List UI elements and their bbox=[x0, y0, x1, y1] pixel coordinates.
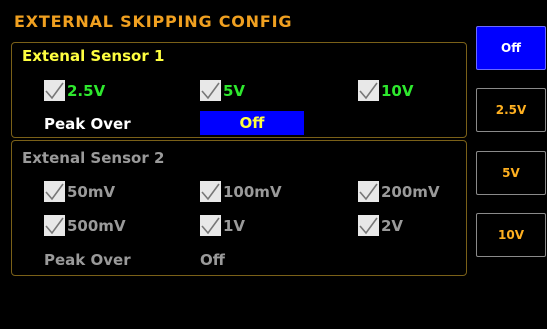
checkmark-icon bbox=[44, 80, 65, 101]
side-button-5v[interactable]: 5V bbox=[476, 151, 546, 195]
sensor1-option-10v[interactable]: 10V bbox=[358, 80, 413, 101]
checkmark-icon bbox=[200, 181, 221, 202]
sensor1-option-5v[interactable]: 5V bbox=[200, 80, 245, 101]
sensor2-option-2v[interactable]: 2V bbox=[358, 215, 403, 236]
checkmark-icon bbox=[200, 80, 221, 101]
sensor1-title: Extenal Sensor 1 bbox=[22, 47, 165, 65]
sensor1-peak-value[interactable]: Off bbox=[200, 111, 304, 135]
sensor2-option-200mv[interactable]: 200mV bbox=[358, 181, 440, 202]
sensor2-option-500mv[interactable]: 500mV bbox=[44, 215, 126, 236]
checkmark-icon bbox=[44, 215, 65, 236]
side-button-2-5v[interactable]: 2.5V bbox=[476, 88, 546, 132]
sensor2-peak-value: Off bbox=[200, 251, 225, 269]
checkmark-icon bbox=[358, 215, 379, 236]
page-title: EXTERNAL SKIPPING CONFIG bbox=[14, 12, 293, 31]
checkmark-icon bbox=[358, 80, 379, 101]
sensor1-peak-label: Peak Over bbox=[44, 115, 131, 133]
sensor2-option-100mv[interactable]: 100mV bbox=[200, 181, 282, 202]
sensor2-title: Extenal Sensor 2 bbox=[22, 149, 165, 167]
sensor2-peak-label: Peak Over bbox=[44, 251, 131, 269]
sensor1-panel: Extenal Sensor 1 2.5V 5V 10V Peak Over O… bbox=[11, 42, 467, 138]
side-button-off[interactable]: Off bbox=[476, 26, 546, 70]
checkmark-icon bbox=[358, 181, 379, 202]
side-button-10v[interactable]: 10V bbox=[476, 213, 546, 257]
sensor2-option-1v[interactable]: 1V bbox=[200, 215, 245, 236]
sensor2-option-50mv[interactable]: 50mV bbox=[44, 181, 115, 202]
sensor2-panel: Extenal Sensor 2 50mV 100mV 200mV 500mV … bbox=[11, 140, 467, 276]
checkmark-icon bbox=[44, 181, 65, 202]
sensor1-option-2-5v[interactable]: 2.5V bbox=[44, 80, 105, 101]
checkmark-icon bbox=[200, 215, 221, 236]
